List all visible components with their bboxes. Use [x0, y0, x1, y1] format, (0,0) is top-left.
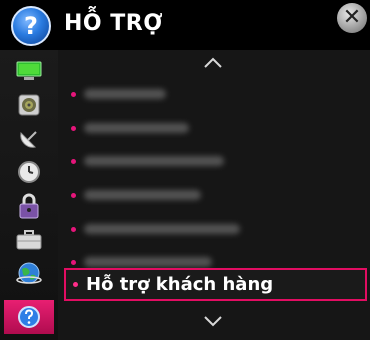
padlock-icon — [19, 193, 39, 219]
speaker-icon — [18, 94, 40, 116]
blurred-label — [84, 190, 201, 200]
bullet — [71, 125, 76, 131]
clock-icon — [18, 161, 40, 183]
list-item[interactable] — [64, 145, 367, 177]
help-icon: ? — [11, 6, 51, 46]
list-item[interactable] — [64, 112, 367, 144]
blurred-label — [84, 224, 240, 234]
close-button[interactable]: ✕ — [337, 3, 367, 33]
help-icon — [18, 306, 40, 328]
bullet — [73, 282, 78, 287]
blurred-label — [84, 257, 212, 267]
globe-icon — [16, 262, 42, 284]
sidebar-item-option[interactable] — [6, 225, 52, 255]
blurred-label — [84, 123, 189, 133]
sidebar-item-support[interactable] — [4, 300, 54, 334]
blurred-label — [84, 156, 224, 166]
sidebar-item-sound[interactable] — [6, 90, 52, 120]
sidebar-item-time[interactable] — [6, 157, 52, 187]
header: ? HỖ TRỢ ✕ — [0, 0, 370, 50]
blurred-label — [84, 89, 166, 99]
sidebar-item-lock[interactable] — [6, 191, 52, 221]
satellite-dish-icon — [20, 131, 37, 148]
page-title: HỖ TRỢ — [64, 11, 163, 36]
sidebar-item-channel[interactable] — [6, 124, 52, 154]
bullet — [71, 192, 76, 198]
menu-item-label: Hỗ trợ khách hàng — [86, 274, 274, 295]
chevron-down-icon[interactable] — [204, 316, 222, 327]
list-item[interactable] — [64, 213, 367, 245]
list-item[interactable] — [64, 78, 367, 110]
sidebar-item-network[interactable] — [6, 258, 52, 288]
menu-panel: Hỗ trợ khách hàng — [58, 50, 370, 340]
sidebar-item-picture[interactable] — [6, 56, 52, 86]
list-item[interactable] — [64, 179, 367, 211]
sidebar — [0, 50, 58, 340]
tv-screen-icon — [16, 61, 42, 80]
bullet — [71, 158, 76, 164]
bullet — [71, 259, 76, 265]
bullet — [71, 226, 76, 232]
menu-item-customer-support[interactable]: Hỗ trợ khách hàng — [64, 268, 367, 301]
briefcase-icon — [16, 230, 42, 250]
bullet — [71, 91, 76, 97]
chevron-up-icon[interactable] — [204, 57, 222, 68]
